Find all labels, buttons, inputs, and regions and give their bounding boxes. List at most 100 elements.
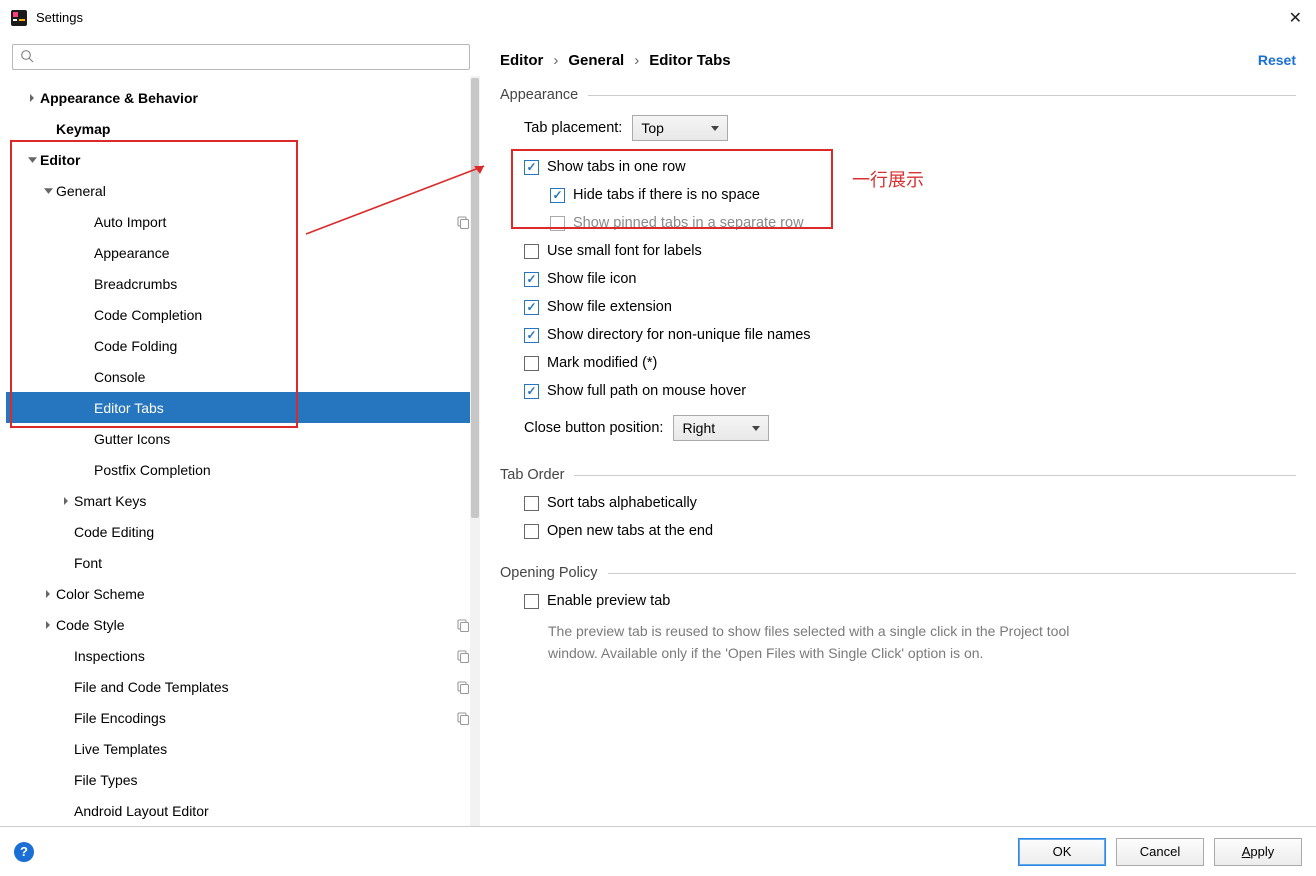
crumb-1[interactable]: General xyxy=(568,52,624,69)
tree-item-file-types[interactable]: File Types xyxy=(6,764,480,795)
tree-item-editor-tabs[interactable]: Editor Tabs xyxy=(6,392,480,423)
crumb-0[interactable]: Editor xyxy=(500,52,543,69)
section-title-opening-policy: Opening Policy xyxy=(500,565,598,581)
chk-show-dir-nonunique[interactable]: Show directory for non-unique file names xyxy=(524,327,1296,343)
copy-icon[interactable] xyxy=(456,215,470,229)
tree-item-file-encodings[interactable]: File Encodings xyxy=(6,702,480,733)
expander-icon xyxy=(58,772,74,788)
copy-icon[interactable] xyxy=(456,618,470,632)
search-icon xyxy=(20,49,34,66)
checkbox-icon[interactable] xyxy=(524,524,539,539)
tree-item-label: Android Layout Editor xyxy=(74,803,209,819)
checkbox-icon[interactable] xyxy=(524,328,539,343)
tree-item-label: Code Folding xyxy=(94,338,177,354)
copy-icon[interactable] xyxy=(456,711,470,725)
tree-item-auto-import[interactable]: Auto Import xyxy=(6,206,480,237)
expander-icon xyxy=(58,524,74,540)
tree-item-label: Gutter Icons xyxy=(94,431,170,447)
tree-item-label: Code Editing xyxy=(74,524,154,540)
chk-open-new-end[interactable]: Open new tabs at the end xyxy=(524,523,1296,539)
checkbox-icon[interactable] xyxy=(524,272,539,287)
scrollbar-thumb[interactable] xyxy=(471,78,479,518)
tree-item-appearance-behavior[interactable]: Appearance & Behavior xyxy=(6,82,480,113)
help-icon[interactable]: ? xyxy=(14,842,34,862)
expander-icon xyxy=(24,152,40,168)
tree-item-code-completion[interactable]: Code Completion xyxy=(6,299,480,330)
tree-item-live-templates[interactable]: Live Templates xyxy=(6,733,480,764)
copy-icon[interactable] xyxy=(456,649,470,663)
tree-item-gutter-icons[interactable]: Gutter Icons xyxy=(6,423,480,454)
expander-icon xyxy=(58,555,74,571)
tree-item-color-scheme[interactable]: Color Scheme xyxy=(6,578,480,609)
tree-item-console[interactable]: Console xyxy=(6,361,480,392)
tree-item-label: Inspections xyxy=(74,648,145,664)
expander-icon xyxy=(78,369,94,385)
expander-icon xyxy=(58,493,74,509)
tree-item-label: Font xyxy=(74,555,102,571)
checkbox-icon[interactable] xyxy=(524,384,539,399)
chevron-right-icon: › xyxy=(553,52,558,69)
tree-item-postfix-completion[interactable]: Postfix Completion xyxy=(6,454,480,485)
tree-item-smart-keys[interactable]: Smart Keys xyxy=(6,485,480,516)
breadcrumb: Editor › General › Editor Tabs xyxy=(500,52,1296,69)
chk-mark-modified[interactable]: Mark modified (*) xyxy=(524,355,1296,371)
tree-item-breadcrumbs[interactable]: Breadcrumbs xyxy=(6,268,480,299)
checkbox-icon[interactable] xyxy=(524,244,539,259)
checkbox-icon[interactable] xyxy=(524,300,539,315)
tree-item-label: General xyxy=(56,183,106,199)
section-title-appearance: Appearance xyxy=(500,87,578,103)
settings-tree[interactable]: Appearance & BehaviorKeymapEditor General… xyxy=(6,82,480,826)
expander-icon xyxy=(78,400,94,416)
apply-button[interactable]: Apply xyxy=(1214,838,1302,866)
chk-show-file-ext[interactable]: Show file extension xyxy=(524,299,1296,315)
section-appearance: Appearance xyxy=(500,87,1296,103)
tab-placement-select[interactable]: Top xyxy=(632,115,728,141)
chk-use-small-font[interactable]: Use small font for labels xyxy=(524,243,1296,259)
sidebar-scrollbar[interactable] xyxy=(470,76,480,856)
titlebar: Settings ✕ xyxy=(0,0,1316,36)
expander-icon xyxy=(78,462,94,478)
close-button-label: Close button position: xyxy=(524,420,663,436)
checkbox-icon[interactable] xyxy=(524,594,539,609)
close-icon[interactable]: ✕ xyxy=(1289,8,1302,28)
chk-show-file-icon[interactable]: Show file icon xyxy=(524,271,1296,287)
tree-item-editor[interactable]: Editor xyxy=(6,144,480,175)
section-opening-policy: Opening Policy xyxy=(500,565,1296,581)
close-button-select[interactable]: Right xyxy=(673,415,769,441)
annotation-text: 一行展示 xyxy=(852,166,924,192)
checkbox-icon[interactable] xyxy=(550,188,565,203)
expander-icon xyxy=(58,710,74,726)
tree-item-android-layout-editor[interactable]: Android Layout Editor xyxy=(6,795,480,826)
section-tab-order: Tab Order xyxy=(500,467,1296,483)
chk-enable-preview[interactable]: Enable preview tab xyxy=(524,593,1296,609)
expander-icon xyxy=(58,679,74,695)
chk-sort-alpha[interactable]: Sort tabs alphabetically xyxy=(524,495,1296,511)
tree-item-font[interactable]: Font xyxy=(6,547,480,578)
ok-button[interactable]: OK xyxy=(1018,838,1106,866)
tree-item-label: Appearance xyxy=(94,245,170,261)
expander-icon xyxy=(78,245,94,261)
tree-item-code-editing[interactable]: Code Editing xyxy=(6,516,480,547)
content-panel: Editor › General › Editor Tabs Reset App… xyxy=(480,36,1316,826)
checkbox-icon[interactable] xyxy=(524,496,539,511)
checkbox-icon[interactable] xyxy=(524,160,539,175)
expander-icon xyxy=(78,431,94,447)
cancel-button[interactable]: Cancel xyxy=(1116,838,1204,866)
section-title-tab-order: Tab Order xyxy=(500,467,564,483)
tree-item-code-folding[interactable]: Code Folding xyxy=(6,330,480,361)
tree-item-file-and-code-templates[interactable]: File and Code Templates xyxy=(6,671,480,702)
expander-icon xyxy=(40,121,56,137)
tree-item-label: Auto Import xyxy=(94,214,166,230)
tree-item-code-style[interactable]: Code Style xyxy=(6,609,480,640)
copy-icon[interactable] xyxy=(456,680,470,694)
chk-full-path-hover[interactable]: Show full path on mouse hover xyxy=(524,383,1296,399)
reset-link[interactable]: Reset xyxy=(1258,52,1296,68)
search-input[interactable] xyxy=(12,44,470,70)
tree-item-general[interactable]: General xyxy=(6,175,480,206)
checkbox-icon[interactable] xyxy=(524,356,539,371)
tree-item-keymap[interactable]: Keymap xyxy=(6,113,480,144)
tree-item-label: Console xyxy=(94,369,145,385)
tree-item-label: Live Templates xyxy=(74,741,167,757)
tree-item-appearance[interactable]: Appearance xyxy=(6,237,480,268)
tree-item-inspections[interactable]: Inspections xyxy=(6,640,480,671)
